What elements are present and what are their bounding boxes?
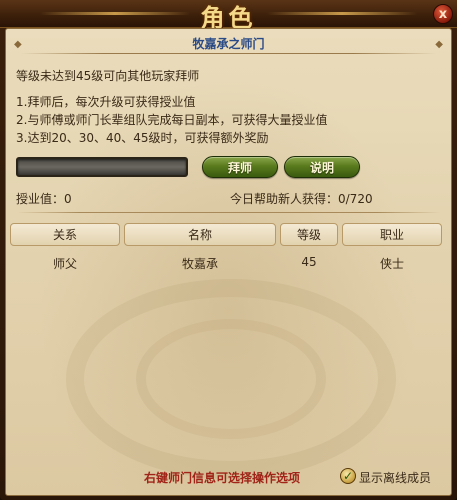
close-button[interactable]: x xyxy=(433,4,453,24)
rule-2: 2.与师傅或师门长辈组队完成每日副本，可获得大量授业值 xyxy=(16,113,328,127)
background-emblem-inner xyxy=(136,319,326,439)
stats-divider xyxy=(16,212,441,213)
rule-3: 3.达到20、30、40、45级时，可获得额外奖励 xyxy=(16,131,269,145)
teaching-progress-bar xyxy=(16,157,188,177)
show-offline-checkbox[interactable]: ✓ xyxy=(340,468,356,484)
cell-relation: 师父 xyxy=(52,257,77,271)
column-header-relation[interactable]: 关系 xyxy=(10,223,120,246)
content-panel: ◆ ◆ 牧嘉承之师门 等级未达到45级可向其他玩家拜师 1.拜师后，每次升级可获… xyxy=(5,28,452,496)
column-header-level[interactable]: 等级 xyxy=(280,223,338,246)
rule-1: 1.拜师后，每次升级可获得授业值 xyxy=(16,95,196,109)
column-header-name[interactable]: 名称 xyxy=(124,223,276,246)
title-divider xyxy=(20,53,437,54)
daily-help-label: 今日帮助新人获得：0/720 xyxy=(230,192,373,206)
column-header-class[interactable]: 职业 xyxy=(342,223,442,246)
cell-class: 侠士 xyxy=(379,257,404,271)
show-offline-label[interactable]: 显示离线成员 xyxy=(359,469,431,486)
window-header: 角色 x xyxy=(0,0,457,32)
explain-button[interactable]: 说明 xyxy=(284,156,360,178)
teaching-points-label: 授业值：0 xyxy=(16,192,72,206)
panel-title: 牧嘉承之师门 xyxy=(192,37,265,51)
right-click-tip: 右键师门信息可选择操作选项 xyxy=(144,471,301,485)
cell-name: 牧嘉承 xyxy=(181,257,218,271)
requirement-text: 等级未达到45级可向其他玩家拜师 xyxy=(16,69,200,83)
master-apprentice-window: 角色 x ◆ ◆ 牧嘉承之师门 等级未达到45级可向其他玩家拜师 1.拜师后，每… xyxy=(0,0,457,500)
cell-level: 45 xyxy=(301,255,317,269)
apprentice-button[interactable]: 拜师 xyxy=(202,156,278,178)
